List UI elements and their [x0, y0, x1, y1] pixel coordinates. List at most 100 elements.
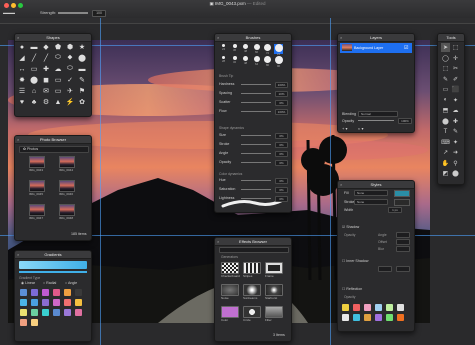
tool-icon[interactable]: ⌨: [441, 138, 450, 147]
shape-item-icon[interactable]: ☁: [54, 65, 62, 73]
inner-shadow-checkbox[interactable]: ☐ Inner Shadow: [342, 259, 368, 263]
shape-item-icon[interactable]: ▬: [30, 43, 38, 51]
shadow-angle-field[interactable]: [396, 232, 410, 238]
gradient-type-radio[interactable]: ○ Radial: [43, 281, 56, 285]
brush-preset[interactable]: 48: [241, 44, 250, 54]
tool-icon[interactable]: ⬛: [451, 85, 460, 94]
guide-line[interactable]: [100, 18, 101, 345]
style-preset-swatch[interactable]: [342, 314, 349, 321]
strength-field[interactable]: 100: [92, 10, 106, 17]
style-preset-swatch[interactable]: [342, 304, 349, 311]
shape-item-icon[interactable]: ⚡: [66, 98, 75, 106]
shape-item-icon[interactable]: ⌂: [30, 87, 38, 95]
layer-row-background[interactable]: Background Layer ☑: [340, 43, 412, 53]
gradient-swatch[interactable]: [20, 289, 27, 296]
brush-preset[interactable]: 36: [230, 44, 239, 54]
effect-thumbnail[interactable]: [221, 262, 239, 274]
visibility-checkbox-icon[interactable]: ☑: [404, 45, 408, 51]
reflection-checkbox[interactable]: ☐ Reflection: [342, 287, 362, 291]
shape-item-icon[interactable]: ⬤: [30, 76, 38, 84]
blending-select[interactable]: Normal: [358, 111, 398, 117]
tool-icon[interactable]: ➜: [451, 148, 460, 157]
tool-icon[interactable]: ⬚: [451, 43, 460, 52]
brush-preset[interactable]: 48: [241, 56, 250, 66]
gradient-type-radio[interactable]: ○ Angle: [65, 281, 77, 285]
style-preset-swatch[interactable]: [364, 314, 371, 321]
tool-icon[interactable]: ⬚: [441, 64, 450, 73]
effect-thumbnail[interactable]: [265, 262, 283, 274]
opacity-field[interactable]: 100%: [398, 118, 412, 124]
shape-item-icon[interactable]: ⚙: [42, 98, 50, 106]
effect-thumbnail[interactable]: [221, 284, 239, 296]
brush-preview-icon[interactable]: ▬▬▬: [3, 10, 15, 15]
shape-item-icon[interactable]: ↔: [18, 65, 26, 73]
gradient-swatch[interactable]: [20, 309, 27, 316]
tool-icon[interactable]: ☁: [451, 106, 460, 115]
brush-tip-field[interactable]: 100%: [275, 109, 288, 115]
color-dynamics-field[interactable]: 0%: [275, 196, 288, 202]
shape-item-icon[interactable]: ⬥: [66, 54, 74, 62]
gradient-type-radio[interactable]: ◉ Linear: [21, 281, 35, 285]
shape-item-icon[interactable]: ☰: [18, 87, 26, 95]
tool-icon[interactable]: ✋: [441, 159, 450, 168]
shape-item-icon[interactable]: ⚑: [78, 87, 86, 95]
gradient-swatch[interactable]: [20, 319, 27, 326]
fill-select[interactable]: None: [354, 190, 388, 196]
effects-search-field[interactable]: [219, 247, 289, 253]
shape-item-icon[interactable]: ⬟: [54, 43, 62, 51]
gradient-stops-bar[interactable]: [19, 271, 87, 273]
gradient-swatch[interactable]: [53, 309, 60, 316]
gradient-swatch[interactable]: [31, 289, 38, 296]
shape-item-icon[interactable]: ★: [78, 43, 86, 51]
shape-item-icon[interactable]: ✎: [78, 76, 86, 84]
tool-icon[interactable]: ↗: [441, 148, 450, 157]
shape-dynamics-field[interactable]: 0%: [275, 133, 288, 139]
tool-icon[interactable]: ✦: [451, 96, 460, 105]
style-preset-swatch[interactable]: [397, 304, 404, 311]
gradient-swatch[interactable]: [53, 299, 60, 306]
shape-dynamics-field[interactable]: 0%: [275, 151, 288, 157]
shape-item-icon[interactable]: ▭: [54, 87, 62, 95]
shape-item-icon[interactable]: ▬: [78, 65, 86, 73]
gradient-swatch[interactable]: [31, 319, 38, 326]
effect-thumbnail[interactable]: [265, 284, 283, 296]
effect-thumbnail[interactable]: [243, 306, 261, 318]
style-preset-swatch[interactable]: [364, 304, 371, 311]
shape-item-icon[interactable]: ✸: [18, 76, 26, 84]
tool-icon[interactable]: ✎: [441, 75, 450, 84]
tool-icon[interactable]: ➤: [441, 43, 450, 52]
shape-item-icon[interactable]: ◼: [42, 76, 50, 84]
shape-item-icon[interactable]: ╱: [42, 54, 50, 62]
shadow-checkbox[interactable]: ☑ Shadow: [342, 225, 359, 229]
photo-thumbnail[interactable]: [59, 180, 75, 192]
shape-dynamics-field[interactable]: 0%: [275, 142, 288, 148]
color-dynamics-field[interactable]: 0%: [275, 187, 288, 193]
gradient-swatch[interactable]: [64, 299, 71, 306]
photo-thumbnail[interactable]: [29, 204, 45, 216]
photo-thumbnail[interactable]: [59, 204, 75, 216]
shape-item-icon[interactable]: ♣: [30, 98, 38, 106]
tool-icon[interactable]: ◩: [441, 169, 450, 178]
shadow-blur-field[interactable]: [396, 246, 410, 252]
gradient-swatch[interactable]: [53, 289, 60, 296]
shadow-offset-field[interactable]: [396, 239, 410, 245]
effect-thumbnail[interactable]: [243, 262, 261, 274]
tool-icon[interactable]: ✐: [451, 75, 460, 84]
shape-item-icon[interactable]: ⬢: [66, 43, 74, 51]
brush-preset[interactable]: 96: [274, 56, 283, 68]
brush-preset[interactable]: 32: [230, 56, 239, 66]
brush-preset[interactable]: 72: [263, 44, 272, 55]
shape-dynamics-slider[interactable]: [241, 153, 271, 154]
inner-shadow-blur-field[interactable]: [396, 266, 410, 272]
shape-item-icon[interactable]: ⬭: [54, 54, 62, 62]
tool-icon[interactable]: ✛: [451, 54, 460, 63]
style-preset-swatch[interactable]: [353, 304, 360, 311]
tool-icon[interactable]: ◐: [441, 96, 450, 105]
shape-item-icon[interactable]: ✿: [78, 98, 86, 106]
shape-item-icon[interactable]: ✈: [66, 87, 74, 95]
photo-thumbnail[interactable]: [29, 180, 45, 192]
effect-thumbnail[interactable]: [265, 306, 283, 318]
shape-item-icon[interactable]: ✓: [66, 76, 74, 84]
gradient-swatch[interactable]: [75, 289, 82, 296]
gradient-swatch[interactable]: [64, 289, 71, 296]
